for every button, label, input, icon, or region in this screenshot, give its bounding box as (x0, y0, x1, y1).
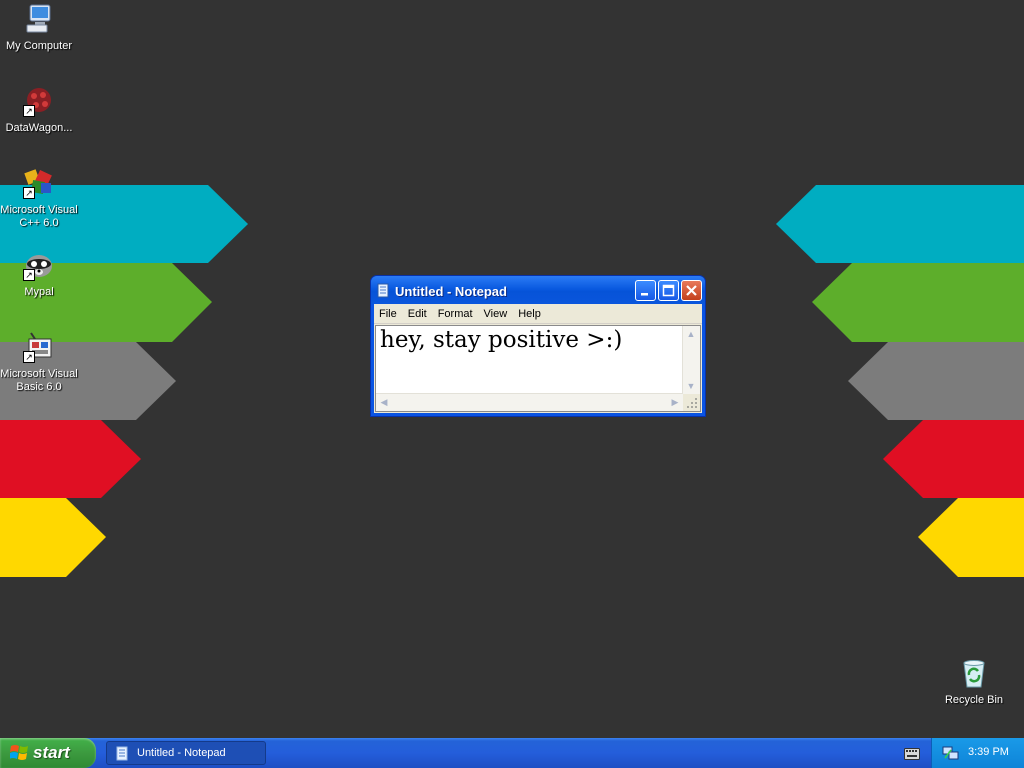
start-label: start (33, 743, 70, 762)
menu-bar: File Edit Format View Help (374, 304, 702, 324)
notepad-client-area: File Edit Format View Help hey, stay positiv… (374, 304, 702, 413)
notepad-window[interactable]: Untitled - Notepad File Edit Format View Hel… (370, 275, 706, 417)
shortcut-arrow-icon: ↗ (23, 351, 35, 363)
scroll-left-icon[interactable]: ◀ (376, 394, 392, 410)
menu-help[interactable]: Help (513, 305, 547, 320)
menu-format[interactable]: Format (433, 305, 479, 320)
horizontal-scrollbar[interactable]: ◀ ▶ (376, 393, 683, 411)
desktop-icon-label: My Computer (5, 40, 73, 52)
maximize-button[interactable] (658, 280, 679, 301)
menu-edit[interactable]: Edit (403, 305, 433, 320)
minimize-icon (641, 293, 648, 296)
shortcut-arrow-icon: ↗ (23, 105, 35, 117)
editor-content: hey, stay positive >:) (380, 327, 623, 353)
desktop-icon-label: DataWagon... (5, 122, 73, 134)
minimize-button[interactable] (635, 280, 656, 301)
recycle-bin-icon (958, 657, 990, 689)
desktop-icon-mypal[interactable]: ↗ Mypal (0, 249, 78, 299)
keyboard-icon[interactable] (904, 747, 920, 765)
start-button[interactable]: start (0, 738, 96, 768)
desktop-icon-label: Microsoft Visual Basic 6.0 (0, 368, 78, 393)
close-icon (686, 285, 697, 296)
visual-basic-icon: ↗ (23, 331, 55, 363)
taskbar: start Untitled - Notepad 3:39 PM (0, 738, 1024, 768)
text-editor[interactable]: hey, stay positive >:) ▲ ▼ ◀ ▶ (375, 325, 701, 412)
scroll-right-icon[interactable]: ▶ (667, 394, 683, 410)
resize-grip-icon[interactable] (683, 394, 700, 411)
taskbar-item-notepad[interactable]: Untitled - Notepad (106, 741, 266, 765)
close-button[interactable] (681, 280, 702, 301)
notepad-icon (115, 746, 129, 766)
my-computer-icon (23, 3, 55, 35)
desktop-icon-label: Mypal (24, 286, 54, 298)
windows-logo-icon (9, 744, 29, 767)
scroll-up-icon[interactable]: ▲ (683, 326, 699, 342)
desktop-icon-visual-cpp[interactable]: ↗ Microsoft Visual C++ 6.0 (0, 167, 78, 230)
scroll-down-icon[interactable]: ▼ (683, 378, 699, 394)
menu-file[interactable]: File (374, 305, 403, 320)
desktop-icon-visual-basic[interactable]: ↗ Microsoft Visual Basic 6.0 (0, 331, 78, 394)
notepad-icon (376, 283, 391, 303)
right-arrow-cyan (776, 185, 1024, 263)
network-icon[interactable] (942, 746, 960, 766)
system-tray: 3:39 PM (931, 738, 1024, 768)
shortcut-arrow-icon: ↗ (23, 187, 35, 199)
visual-cpp-icon: ↗ (23, 167, 55, 199)
clock: 3:39 PM (968, 746, 1009, 758)
mypal-icon: ↗ (23, 249, 55, 281)
vertical-scrollbar[interactable]: ▲ ▼ (682, 326, 700, 394)
shortcut-arrow-icon: ↗ (23, 269, 35, 281)
desktop-icon-my-computer[interactable]: My Computer (0, 3, 78, 53)
title-bar[interactable]: Untitled - Notepad (371, 276, 705, 304)
taskbar-item-label: Untitled - Notepad (137, 747, 226, 759)
desktop-icon-label: Microsoft Visual C++ 6.0 (0, 204, 78, 229)
window-title: Untitled - Notepad (395, 284, 507, 299)
desktop-icon-label: Recycle Bin (944, 694, 1004, 706)
menu-view[interactable]: View (479, 305, 514, 320)
maximize-icon (662, 284, 675, 297)
datawagon-icon: ↗ (23, 85, 55, 117)
desktop-icon-recycle-bin[interactable]: Recycle Bin (935, 657, 1013, 707)
desktop-icon-datawagon[interactable]: ↗ DataWagon... (0, 85, 78, 135)
right-arrow-green (812, 263, 1024, 342)
